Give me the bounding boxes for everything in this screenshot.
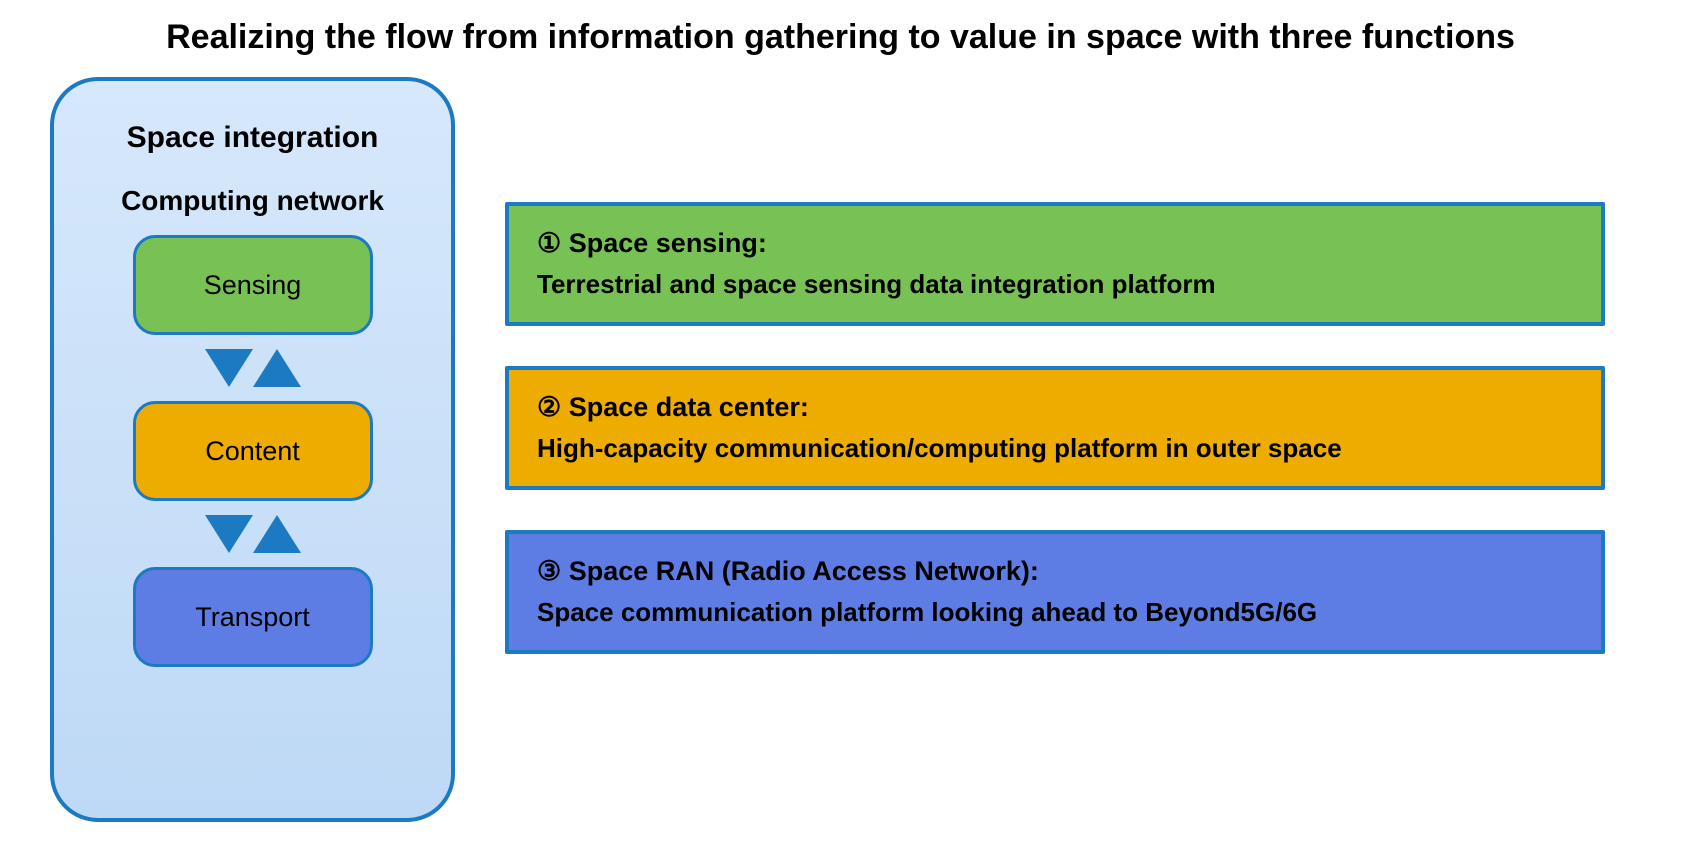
function-box-space-sensing: ① Space sensing: Terrestrial and space s… (505, 202, 1605, 326)
function-name: Space sensing: (569, 228, 767, 258)
function-marker: ③ (537, 556, 561, 586)
function-name: Space RAN (Radio Access Network): (569, 556, 1039, 586)
functions-list: ① Space sensing: Terrestrial and space s… (505, 77, 1631, 654)
arrow-up-icon (253, 349, 301, 387)
function-title: ① Space sensing: (537, 228, 1573, 259)
function-box-space-data-center: ② Space data center: High-capacity commu… (505, 366, 1605, 490)
bidirectional-arrow-2 (205, 509, 301, 559)
function-name: Space data center: (569, 392, 809, 422)
arrow-down-icon (205, 515, 253, 553)
node-sensing: Sensing (133, 235, 373, 335)
diagram-content: Space integration Computing network Sens… (50, 77, 1631, 822)
node-transport: Transport (133, 567, 373, 667)
function-description: Space communication platform looking ahe… (537, 597, 1573, 628)
function-description: High-capacity communication/computing pl… (537, 433, 1573, 464)
left-panel-space-integration: Space integration Computing network Sens… (50, 77, 455, 822)
bidirectional-arrow-1 (205, 343, 301, 393)
function-description: Terrestrial and space sensing data integ… (537, 269, 1573, 300)
node-content-label: Content (205, 436, 300, 467)
function-marker: ② (537, 392, 561, 422)
node-transport-label: Transport (195, 602, 310, 633)
node-content: Content (133, 401, 373, 501)
node-sensing-label: Sensing (204, 270, 302, 301)
diagram-title: Realizing the flow from information gath… (50, 18, 1631, 57)
function-title: ② Space data center: (537, 392, 1573, 423)
function-marker: ① (537, 228, 561, 258)
function-title: ③ Space RAN (Radio Access Network): (537, 556, 1573, 587)
panel-heading-1: Space integration (127, 121, 379, 155)
panel-heading-2: Computing network (121, 185, 384, 217)
function-box-space-ran: ③ Space RAN (Radio Access Network): Spac… (505, 530, 1605, 654)
arrow-down-icon (205, 349, 253, 387)
arrow-up-icon (253, 515, 301, 553)
